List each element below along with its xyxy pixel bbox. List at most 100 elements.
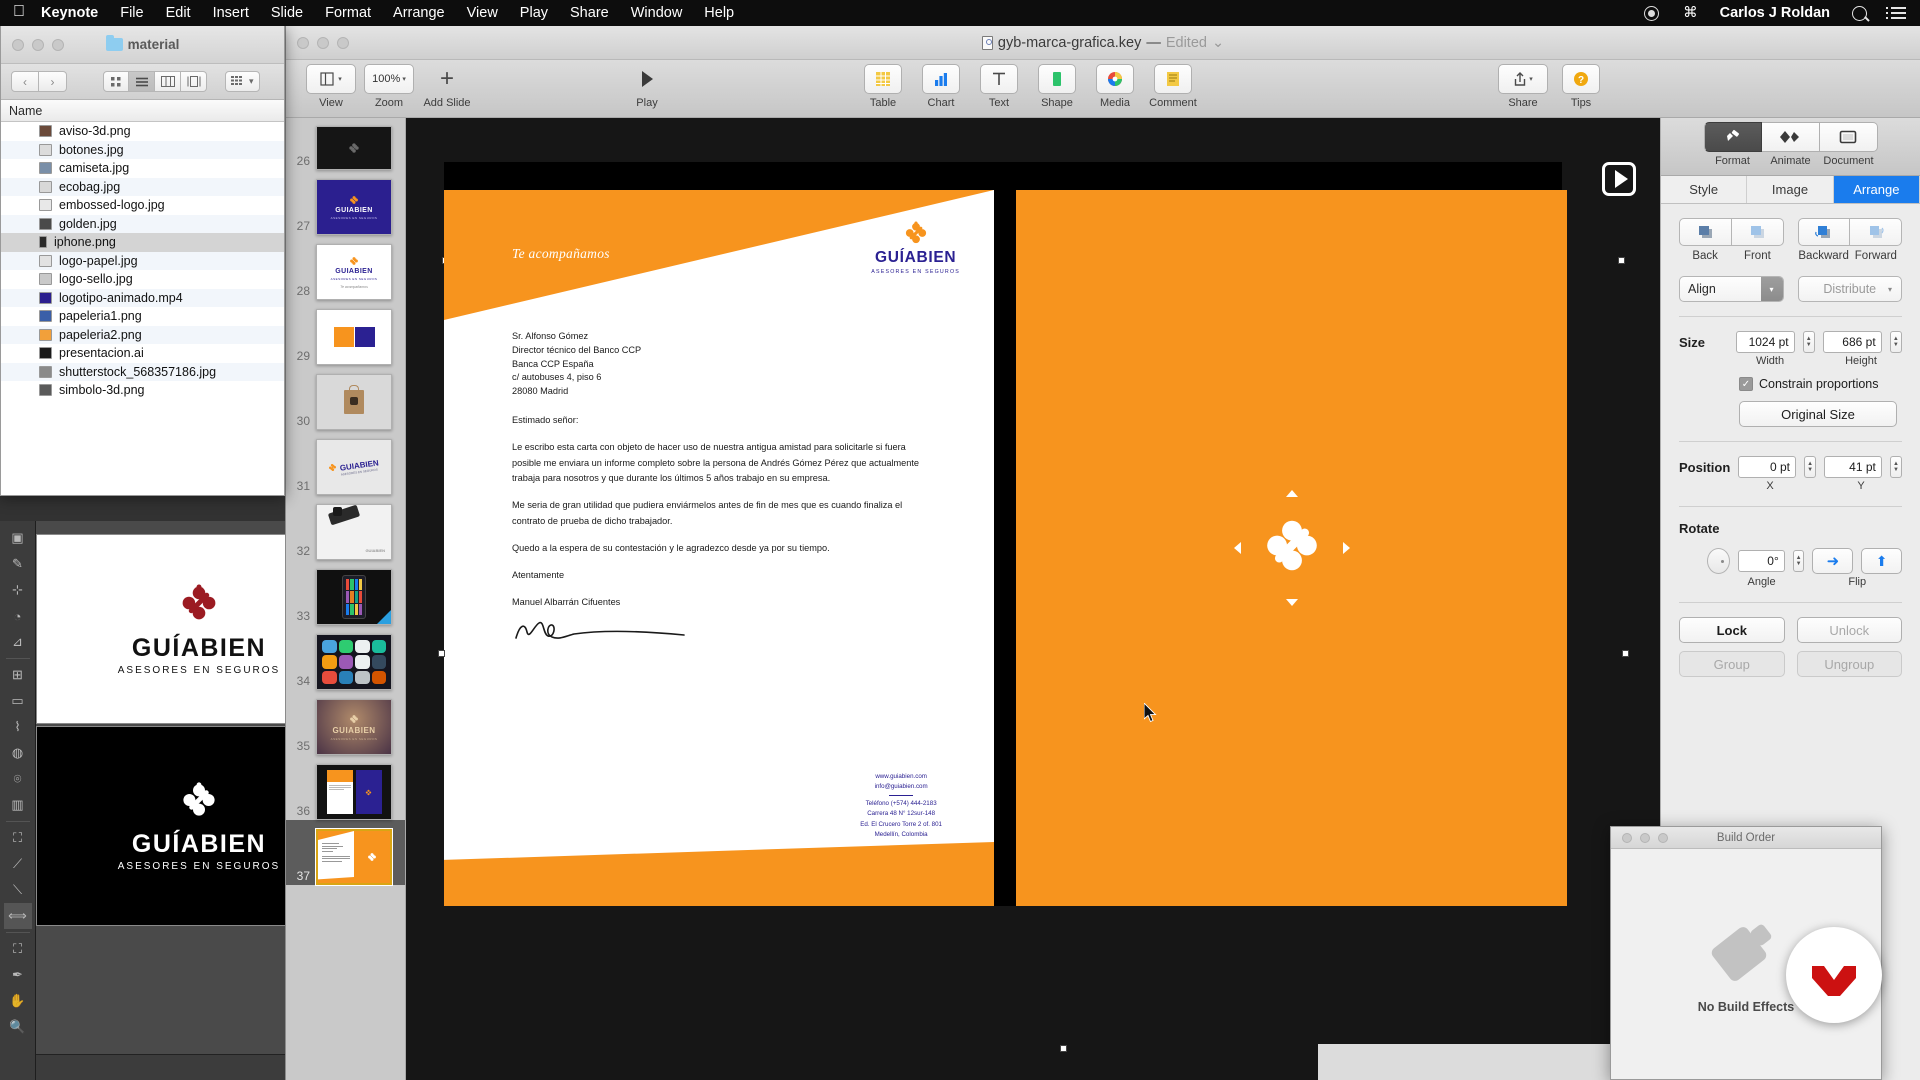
height-stepper[interactable]: ▲ ▼ <box>1889 331 1903 353</box>
slide-nav-row-selected[interactable]: 37 <box>286 820 405 885</box>
document-title[interactable]: gyb-marca-grafica.key <box>998 35 1141 51</box>
eyedropper-tool-icon[interactable]: ⌇ <box>4 714 32 740</box>
file-row-selected[interactable]: iphone.png <box>1 233 284 252</box>
angle-stepper[interactable]: ▲ ▼ <box>1792 550 1805 572</box>
send-to-back-button[interactable] <box>1679 218 1732 246</box>
file-row[interactable]: logo-sello.jpg <box>1 270 284 289</box>
illustrator-tool-palette[interactable]: ▣ ✎ ⊹ ◔ ⊿ ⊞ ▭ ⌇ ◍ ⌾ ▥ ⛶ ⟋ ⟍ ⟺ ⛶ ✒ ✋ 🔍 <box>0 521 36 1080</box>
slide-navigator[interactable]: 26 27 GUIABIEN ASESORES EN SEGUROS 28 GU… <box>286 118 406 1080</box>
slide-thumbnail[interactable]: GUIABIEN ASESORES EN SEGUROS Te acompaña… <box>316 244 392 300</box>
slide-thumbnail[interactable] <box>316 634 392 690</box>
blend-tool-icon[interactable]: ◍ <box>4 740 32 766</box>
toolbar-add-slide-button[interactable]: + Add Slide <box>418 64 476 110</box>
finder-forward-button[interactable]: › <box>39 71 67 92</box>
finder-column-header[interactable]: Name <box>1 100 284 122</box>
menu-slide[interactable]: Slide <box>260 5 314 21</box>
file-row[interactable]: presentacion.ai <box>1 344 284 363</box>
inspector-mode-format[interactable]: Format <box>1703 122 1762 167</box>
file-row[interactable]: botones.jpg <box>1 140 284 159</box>
perspective-grid-tool-icon[interactable]: ⊿ <box>4 629 32 655</box>
toolbar-zoom-control[interactable]: 100% ▾ Zoom <box>360 64 418 109</box>
column-view-icon[interactable] <box>155 71 181 92</box>
file-row[interactable]: shutterstock_568357186.jpg <box>1 362 284 381</box>
search-icon[interactable] <box>1840 5 1879 21</box>
file-row[interactable]: aviso-3d.png <box>1 122 284 141</box>
slide-nav-row[interactable]: 35 GUIABIEN ASESORES EN SEGUROS <box>286 690 405 755</box>
finder-view-segment[interactable] <box>103 71 207 92</box>
position-x-input[interactable]: 0 pt <box>1738 456 1796 478</box>
slide-thumbnail-selected[interactable] <box>316 829 392 885</box>
keynote-titlebar[interactable]: gyb-marca-grafica.key — Edited ⌄ <box>286 26 1920 60</box>
constrain-checkbox[interactable]: ✓ <box>1739 377 1753 391</box>
slide-nav-row[interactable]: 28 GUIABIEN ASESORES EN SEGUROS Te acomp… <box>286 235 405 300</box>
constrain-proportions-row[interactable]: ✓ Constrain proportions <box>1679 377 1902 391</box>
slide-nav-row[interactable]: 31 GUIABIEN ASESORES EN SEGUROS <box>286 430 405 495</box>
artboard-frame-tool-icon[interactable]: ⛶ <box>4 825 32 851</box>
title-chevron-icon[interactable]: ⌄ <box>1212 35 1224 51</box>
back-front-segment[interactable] <box>1679 218 1784 246</box>
slide-thumbnail[interactable] <box>316 764 392 820</box>
menu-share[interactable]: Share <box>559 5 620 21</box>
slide-thumbnail[interactable] <box>316 374 392 430</box>
slide-thumbnail[interactable] <box>316 569 392 625</box>
tab-image[interactable]: Image <box>1747 176 1834 203</box>
slide-nav-row[interactable]: 32 GUIABIEN <box>286 495 405 560</box>
play-slide-icon[interactable] <box>1602 162 1636 196</box>
selection-handle-mid-right[interactable] <box>1622 650 1629 657</box>
rotate-dial[interactable] <box>1707 548 1731 574</box>
file-row[interactable]: papeleria2.png <box>1 325 284 344</box>
inspector-tabs[interactable]: Style Image Arrange <box>1661 176 1920 204</box>
slide-nav-row[interactable]: 33 <box>286 560 405 625</box>
lock-button[interactable]: Lock <box>1679 617 1785 643</box>
toolbar-share-button[interactable]: ▾ Share <box>1494 64 1552 109</box>
backward-forward-segment[interactable] <box>1797 218 1902 246</box>
command-key-icon[interactable]: ⌘ <box>1671 5 1710 21</box>
toolbar-play-button[interactable]: Play <box>618 64 676 109</box>
toolbar-comment-button[interactable]: Comment <box>1144 64 1202 109</box>
menu-play[interactable]: Play <box>509 5 559 21</box>
zoom-tool-icon[interactable]: 🔍 <box>4 1014 32 1040</box>
finder-back-button[interactable]: ‹ <box>11 71 39 92</box>
letterhead-image[interactable]: Te acompañamos GUÍABIEN ASESORES EN SEGU… <box>444 190 994 906</box>
width-input[interactable]: 1024 pt <box>1735 331 1795 353</box>
selection-handle-top-right[interactable] <box>1618 257 1625 264</box>
menu-format[interactable]: Format <box>314 5 382 21</box>
slide-thumbnail[interactable] <box>316 126 392 170</box>
angle-input[interactable]: 0° <box>1738 550 1785 572</box>
slide-nav-row[interactable]: 26 <box>286 118 405 170</box>
build-order-titlebar[interactable]: Build Order <box>1611 827 1881 849</box>
toolbar-chart-button[interactable]: Chart <box>912 64 970 109</box>
finder-arrange-button[interactable]: ▾ <box>225 71 260 92</box>
knife-tool-icon[interactable]: ⟍ <box>4 877 32 903</box>
flip-vertical-button[interactable]: ⬆ <box>1861 548 1902 574</box>
slice-tool-icon[interactable]: ⟋ <box>4 851 32 877</box>
file-row[interactable]: ecobag.jpg <box>1 177 284 196</box>
menu-window[interactable]: Window <box>620 5 694 21</box>
slide-thumbnail[interactable]: GUIABIEN <box>316 504 392 560</box>
menu-arrange[interactable]: Arrange <box>382 5 456 21</box>
menu-view[interactable]: View <box>456 5 509 21</box>
selected-orange-image[interactable] <box>1016 190 1567 906</box>
position-x-stepper[interactable]: ▲ ▼ <box>1804 456 1817 478</box>
gradient-tool-icon[interactable]: ▭ <box>4 688 32 714</box>
finder-window[interactable]: material ‹ › ▾ Name aviso-3d.png botones… <box>0 26 285 496</box>
file-row[interactable]: simbolo-3d.png <box>1 381 284 400</box>
object-handle-up[interactable] <box>1285 490 1298 497</box>
slide-thumbnail[interactable]: GUIABIEN ASESORES EN SEGUROS <box>316 439 392 495</box>
record-icon[interactable] <box>1632 5 1671 21</box>
file-row[interactable]: embossed-logo.jpg <box>1 196 284 215</box>
shape-builder-tool-icon[interactable]: ◔ <box>4 603 32 629</box>
inspector-mode-animate[interactable]: Animate <box>1761 122 1820 167</box>
slide-nav-row[interactable]: 29 <box>286 300 405 365</box>
slide-nav-row[interactable]: 36 <box>286 755 405 820</box>
menubar-user-name[interactable]: Carlos J Roldan <box>1710 5 1840 21</box>
flip-horizontal-button[interactable]: ➜ <box>1812 548 1854 574</box>
symbol-sprayer-tool-icon[interactable]: ⌾ <box>4 766 32 792</box>
selection-handle-bottom-center[interactable] <box>1060 1045 1067 1052</box>
object-handle-down[interactable] <box>1285 599 1298 606</box>
bring-forward-button[interactable] <box>1850 218 1902 246</box>
file-row[interactable]: camiseta.jpg <box>1 159 284 178</box>
toolbar-text-button[interactable]: Text <box>970 64 1028 109</box>
send-backward-button[interactable] <box>1797 218 1851 246</box>
gallery-view-icon[interactable] <box>181 71 207 92</box>
